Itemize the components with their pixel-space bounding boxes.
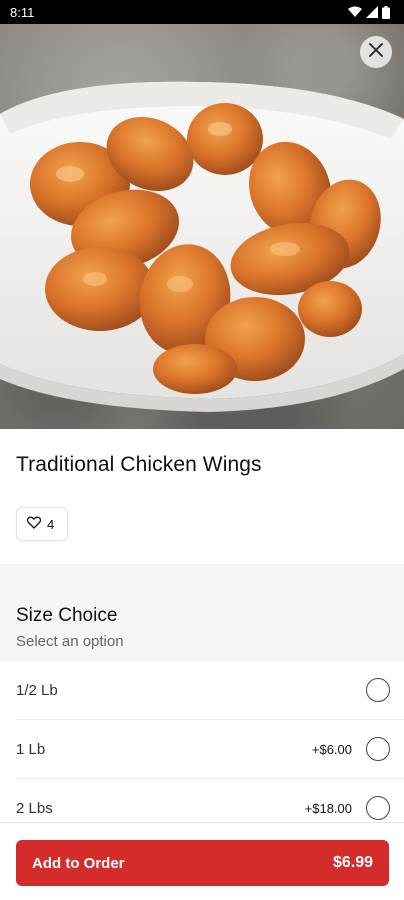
size-choice-header: Size Choice Select an option — [0, 564, 404, 661]
option-label: 1/2 Lb — [16, 681, 58, 699]
size-options-list: 1/2 Lb 1 Lb +$6.00 2 Lbs +$18.00 — [0, 661, 404, 838]
wifi-icon — [348, 6, 362, 18]
food-photo-illustration — [0, 81, 404, 412]
heart-icon — [26, 516, 42, 532]
option-label: 2 Lbs — [16, 799, 53, 817]
item-title: Traditional Chicken Wings — [16, 453, 262, 476]
close-button[interactable] — [360, 36, 392, 68]
footer-bar: Add to Order $6.99 — [0, 822, 404, 900]
radio-icon[interactable] — [366, 678, 390, 702]
signal-icon — [366, 6, 378, 18]
item-photo — [0, 24, 404, 429]
like-count: 4 — [47, 516, 55, 532]
section-subtitle: Select an option — [16, 633, 124, 650]
battery-icon — [382, 5, 390, 19]
status-bar: 8:11 — [0, 0, 404, 24]
option-price: +$18.00 — [304, 800, 352, 816]
section-title: Size Choice — [16, 605, 118, 626]
add-to-order-button[interactable]: Add to Order $6.99 — [16, 840, 389, 886]
option-label: 1 Lb — [16, 740, 46, 758]
radio-icon[interactable] — [366, 737, 390, 761]
close-icon — [369, 42, 383, 62]
status-time: 8:11 — [10, 4, 35, 20]
radio-icon[interactable] — [366, 796, 390, 820]
order-total: $6.99 — [332, 854, 373, 871]
size-option-half-lb[interactable]: 1/2 Lb — [16, 661, 404, 720]
add-to-order-label: Add to Order — [32, 854, 125, 872]
size-option-1-lb[interactable]: 1 Lb +$6.00 — [16, 720, 404, 779]
like-button[interactable]: 4 — [16, 507, 68, 541]
status-icons — [348, 5, 390, 19]
option-price: +$6.00 — [311, 741, 352, 757]
